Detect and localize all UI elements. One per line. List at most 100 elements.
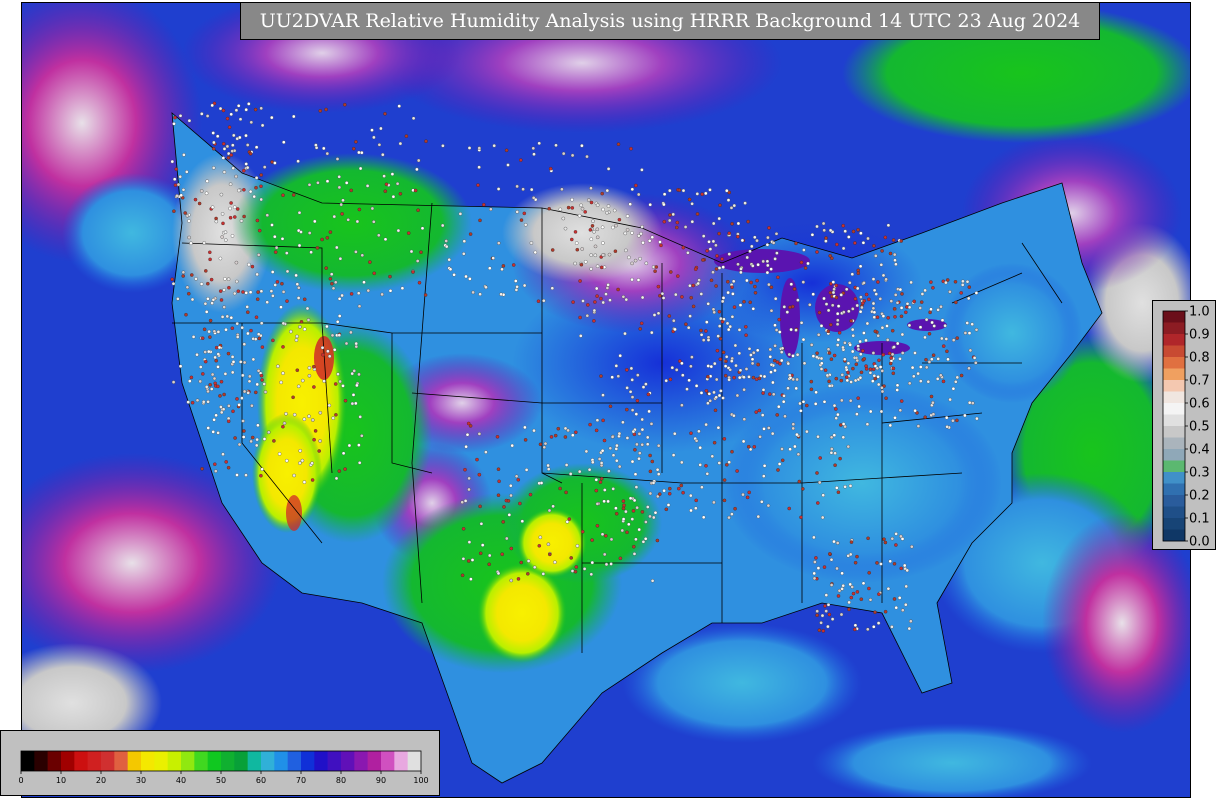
station-dot bbox=[730, 285, 734, 289]
station-dot bbox=[182, 153, 186, 157]
station-dot bbox=[888, 251, 893, 256]
station-dot bbox=[242, 188, 246, 192]
station-dot bbox=[190, 297, 195, 302]
station-dot bbox=[656, 311, 661, 316]
bottom-colorbar-label: 0 bbox=[18, 776, 23, 785]
station-dot bbox=[641, 385, 646, 389]
station-dot bbox=[724, 359, 728, 363]
station-dot bbox=[656, 472, 661, 476]
station-dot bbox=[611, 487, 615, 491]
station-dot bbox=[270, 270, 275, 274]
station-dot bbox=[669, 270, 673, 274]
station-dot bbox=[718, 203, 722, 207]
station-dot bbox=[234, 174, 238, 179]
station-dot bbox=[832, 403, 837, 408]
station-dot bbox=[633, 258, 638, 263]
station-dot bbox=[589, 572, 594, 577]
station-dot bbox=[324, 266, 328, 270]
station-dot bbox=[760, 500, 764, 504]
station-dot bbox=[235, 473, 239, 477]
station-dot bbox=[750, 361, 755, 366]
station-dot bbox=[858, 339, 862, 344]
station-dot bbox=[616, 142, 621, 146]
station-dot bbox=[604, 562, 609, 567]
station-dot bbox=[848, 398, 853, 403]
station-dot bbox=[210, 205, 215, 209]
station-dot bbox=[916, 371, 920, 376]
station-dot bbox=[337, 333, 342, 337]
station-dot bbox=[256, 332, 261, 336]
station-dot bbox=[909, 280, 913, 285]
station-dot bbox=[888, 361, 893, 366]
station-dot bbox=[809, 343, 814, 347]
station-dot bbox=[716, 334, 720, 338]
station-dot bbox=[768, 347, 773, 352]
station-dot bbox=[172, 209, 176, 213]
station-dot bbox=[717, 266, 722, 270]
station-dot bbox=[547, 206, 551, 211]
station-dot bbox=[634, 485, 639, 489]
station-dot bbox=[974, 328, 979, 332]
station-dot bbox=[519, 218, 524, 222]
station-dot bbox=[571, 433, 575, 437]
bottom-colorbar-bands bbox=[21, 751, 422, 771]
station-dot bbox=[814, 556, 818, 560]
station-dot bbox=[370, 128, 374, 132]
station-dot bbox=[601, 241, 605, 245]
station-dot bbox=[238, 117, 243, 121]
station-dot bbox=[891, 371, 896, 376]
station-dot bbox=[601, 418, 605, 423]
station-dot bbox=[206, 426, 210, 430]
station-dot bbox=[599, 461, 604, 465]
station-dot bbox=[698, 445, 702, 450]
station-dot bbox=[816, 501, 820, 505]
station-dot bbox=[899, 534, 903, 539]
station-dot bbox=[611, 225, 615, 230]
station-dot bbox=[236, 104, 241, 108]
station-dot bbox=[480, 543, 485, 547]
station-dot bbox=[847, 607, 851, 612]
station-dot bbox=[834, 295, 839, 300]
station-dot bbox=[651, 481, 656, 485]
station-dot bbox=[769, 267, 773, 271]
station-dot bbox=[767, 282, 771, 287]
station-dot bbox=[624, 509, 628, 514]
station-dot bbox=[224, 238, 228, 242]
station-dot bbox=[975, 416, 979, 421]
station-dot bbox=[627, 522, 631, 527]
station-dot bbox=[218, 106, 223, 111]
station-dot bbox=[744, 367, 749, 371]
station-dot bbox=[806, 261, 810, 266]
station-dot bbox=[799, 515, 803, 520]
station-dot bbox=[794, 241, 798, 246]
station-dot bbox=[595, 227, 600, 232]
station-dot bbox=[829, 323, 833, 327]
station-dot bbox=[831, 290, 836, 295]
station-dot bbox=[918, 306, 922, 310]
station-dot bbox=[624, 248, 628, 253]
station-dot bbox=[514, 279, 518, 283]
station-dot bbox=[652, 515, 656, 520]
bottom-colorbar-band bbox=[301, 751, 315, 771]
right-colorbar-band bbox=[1163, 403, 1185, 415]
station-dot bbox=[511, 263, 516, 267]
station-dot bbox=[855, 412, 859, 416]
station-dot bbox=[858, 264, 863, 269]
station-dot bbox=[880, 386, 884, 390]
station-dot bbox=[223, 230, 228, 234]
station-dot bbox=[875, 561, 879, 565]
station-dot bbox=[563, 435, 568, 439]
station-dot bbox=[736, 234, 740, 239]
station-dot bbox=[536, 299, 541, 303]
station-dot bbox=[792, 287, 797, 291]
station-dot bbox=[724, 355, 729, 359]
station-dot bbox=[877, 358, 881, 363]
station-dot bbox=[871, 367, 876, 372]
station-dot bbox=[296, 384, 301, 389]
station-dot bbox=[670, 365, 675, 370]
station-dot bbox=[273, 161, 277, 165]
station-dot bbox=[732, 305, 737, 309]
station-dot bbox=[714, 267, 719, 271]
station-dot bbox=[828, 254, 832, 258]
station-dot bbox=[172, 177, 177, 181]
